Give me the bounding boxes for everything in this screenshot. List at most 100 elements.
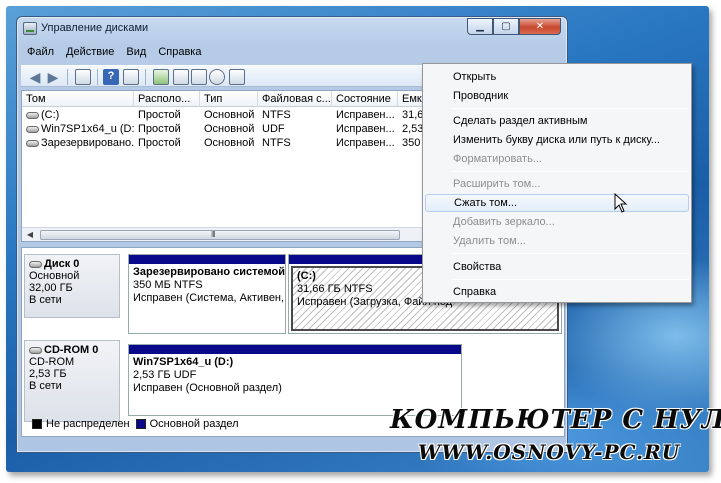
menu-item-properties[interactable]: Свойства xyxy=(425,258,689,276)
menu-separator xyxy=(451,253,689,254)
menu-separator xyxy=(451,108,689,109)
disk-name: CD-ROM 0 xyxy=(44,344,99,356)
filesystem-cell: NTFS xyxy=(262,109,291,121)
partition-system-reserved[interactable]: Зарезервировано системой 350 МБ NTFS Исп… xyxy=(128,254,286,334)
scroll-grip: III xyxy=(211,230,216,239)
toolbar-separator xyxy=(97,69,98,85)
back-arrow-icon[interactable]: ◀ xyxy=(27,69,43,85)
search-icon[interactable] xyxy=(209,69,225,85)
disk-status: В сети xyxy=(29,380,62,392)
partition-title: Win7SP1x64_u (D:) xyxy=(133,356,234,368)
help-icon[interactable]: ? xyxy=(103,69,119,85)
type-cell: Основной xyxy=(204,123,255,135)
toolbar-separator xyxy=(67,69,68,85)
cd-drive-icon xyxy=(26,125,39,133)
status-cell: Исправен... xyxy=(336,109,395,121)
filesystem-cell: UDF xyxy=(262,123,285,135)
column-volume[interactable]: Том xyxy=(22,91,134,107)
forward-arrow-icon[interactable]: ▶ xyxy=(45,69,61,85)
console-tree-icon[interactable] xyxy=(75,69,91,85)
partition-size: 2,53 ГБ UDF xyxy=(133,369,197,381)
legend-primary: Основной раздел xyxy=(149,418,239,430)
context-menu: Открыть Проводник Сделать раздел активны… xyxy=(422,63,692,303)
window-title: Управление дисками xyxy=(41,22,149,34)
menu-help[interactable]: Справка xyxy=(152,44,207,62)
menu-view[interactable]: Вид xyxy=(120,44,152,62)
disk-type: Основной xyxy=(29,270,80,282)
volume-name: Win7SP1x64_u (D:) xyxy=(41,123,134,135)
volume-name-cell: Зарезервировано... xyxy=(22,136,134,150)
properties-icon[interactable] xyxy=(229,69,245,85)
partition-status: Исправен (Основной раздел) xyxy=(133,382,282,394)
drive-icon xyxy=(26,139,39,147)
menu-item-mark-active[interactable]: Сделать раздел активным xyxy=(425,112,689,130)
status-cell: Исправен... xyxy=(336,123,395,135)
legend: Не распределен Основной раздел xyxy=(26,418,239,430)
layout-cell: Простой xyxy=(138,109,181,121)
console-icon[interactable] xyxy=(191,69,207,85)
legend-unallocated: Не распределен xyxy=(46,418,130,430)
watermark-title: КОМПЬЮТЕР С НУЛЯ xyxy=(390,405,721,435)
mouse-cursor-icon xyxy=(614,193,628,213)
status-cell: Исправен... xyxy=(336,137,395,149)
disk-name: Диск 0 xyxy=(44,258,80,270)
refresh-icon[interactable] xyxy=(153,69,169,85)
menu-item-format: Форматировать... xyxy=(453,153,542,165)
menu-item-open[interactable]: Открыть xyxy=(425,68,689,86)
disk-icon xyxy=(29,260,42,268)
menu-item-shrink[interactable]: Сжать том... xyxy=(425,194,689,212)
partition-title: Зарезервировано системой xyxy=(133,266,285,278)
cdrom-0-label[interactable]: CD-ROM 0 CD-ROM 2,53 ГБ В сети xyxy=(24,340,120,422)
menu-action[interactable]: Действие xyxy=(60,44,120,62)
maximize-button[interactable]: ▢ xyxy=(493,18,519,35)
menu-item-explorer[interactable]: Проводник xyxy=(425,87,689,105)
partition-bar xyxy=(129,255,285,264)
column-layout[interactable]: Располо... xyxy=(134,91,200,107)
primary-partition-swatch xyxy=(135,419,146,429)
desktop-background: Управление дисками ▁ ▢ ✕ Файл Действие В… xyxy=(6,6,709,472)
disk-status: В сети xyxy=(29,294,62,306)
type-cell: Основной xyxy=(204,137,255,149)
menu-item-change-letter[interactable]: Изменить букву диска или путь к диску... xyxy=(425,131,689,149)
disk-size: 32,00 ГБ xyxy=(29,282,73,294)
filesystem-cell: NTFS xyxy=(262,137,291,149)
menu-item-delete: Удалить том... xyxy=(453,235,526,247)
menu-separator xyxy=(451,279,689,280)
settings-icon[interactable] xyxy=(173,69,189,85)
column-filesystem[interactable]: Файловая с... xyxy=(258,91,332,107)
volume-name: (C:) xyxy=(41,109,60,121)
close-button[interactable]: ✕ xyxy=(519,18,561,35)
menu-bar: Файл Действие Вид Справка xyxy=(21,44,563,62)
scroll-left-icon[interactable]: ◀ xyxy=(24,229,36,241)
layout-cell: Простой xyxy=(138,123,181,135)
partition-bar xyxy=(129,345,461,354)
menu-item-help[interactable]: Справка xyxy=(425,283,689,301)
menu-item-extend: Расширить том... xyxy=(453,178,541,190)
disk-size: 2,53 ГБ xyxy=(29,368,67,380)
partition-size: 350 МБ NTFS xyxy=(133,279,203,291)
title-bar[interactable]: Управление дисками ▁ ▢ ✕ xyxy=(17,17,567,41)
watermark-url: WWW.OSNOVY-PC.RU xyxy=(418,440,681,464)
type-cell: Основной xyxy=(204,109,255,121)
menu-item-add-mirror: Добавить зеркало... xyxy=(453,216,555,228)
window-controls: ▁ ▢ ✕ xyxy=(467,18,561,35)
volume-name-cell: Win7SP1x64_u (D:) xyxy=(22,122,134,136)
properties-icon[interactable] xyxy=(123,69,139,85)
column-type[interactable]: Тип xyxy=(200,91,258,107)
volume-name-cell: (C:) xyxy=(22,108,134,122)
unallocated-swatch xyxy=(32,419,42,429)
scroll-thumb[interactable]: III xyxy=(40,230,400,240)
column-status[interactable]: Состояние xyxy=(332,91,398,107)
cd-drive-icon xyxy=(29,346,42,354)
partition-status: Исправен (Система, Активен, С xyxy=(133,292,285,304)
menu-file[interactable]: Файл xyxy=(21,44,60,62)
minimize-button[interactable]: ▁ xyxy=(467,18,493,35)
menu-separator xyxy=(451,171,689,172)
layout-cell: Простой xyxy=(138,137,181,149)
disk-management-icon xyxy=(23,22,37,35)
volume-name: Зарезервировано... xyxy=(41,137,134,149)
disk-type: CD-ROM xyxy=(29,356,75,368)
drive-icon xyxy=(26,111,39,119)
partition-body: Зарезервировано системой 350 МБ NTFS Исп… xyxy=(129,264,285,333)
disk-0-label[interactable]: Диск 0 Основной 32,00 ГБ В сети xyxy=(24,254,120,318)
